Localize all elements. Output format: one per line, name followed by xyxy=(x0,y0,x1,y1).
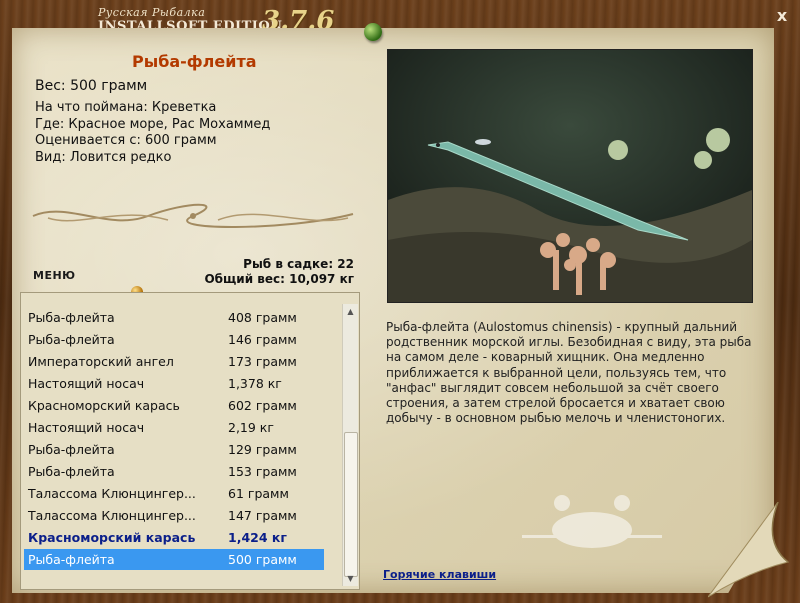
page-curl xyxy=(708,502,790,598)
catch-row-weight: 61 грамм xyxy=(228,486,289,501)
catch-row-fish-name: Талассома Клюнцингер... xyxy=(28,508,196,523)
catch-list-row[interactable]: Красноморский карась 602 грамм xyxy=(24,395,324,416)
catch-list-row[interactable]: Талассома Клюнцингер... 147 грамм xyxy=(24,505,324,526)
catch-row-fish-name: Рыба-флейта xyxy=(28,552,115,567)
scroll-up-arrow-icon[interactable]: ▲ xyxy=(343,304,358,319)
catch-row-weight: 147 грамм xyxy=(228,508,297,523)
total-weight: Общий вес: 10,097 кг xyxy=(204,272,354,286)
catch-row-fish-name: Рыба-флейта xyxy=(28,310,115,325)
ornament-divider xyxy=(32,203,354,228)
catch-row-weight: 602 грамм xyxy=(228,398,297,413)
catch-row-fish-name: Талассома Клюнцингер... xyxy=(28,486,196,501)
catch-row-fish-name: Рыба-флейта xyxy=(28,332,115,347)
catch-row-weight: 1,424 кг xyxy=(228,530,287,545)
fish-valued-from: Оценивается с: 600 грамм xyxy=(35,133,217,148)
catch-row-fish-name: Рыба-флейта xyxy=(28,442,115,457)
catch-list-scrollbar[interactable]: ▲ ▼ xyxy=(342,304,358,586)
scroll-thumb[interactable] xyxy=(344,432,358,577)
catch-row-weight: 500 грамм xyxy=(228,552,297,567)
catch-list[interactable]: ▲ ▼ Рыба-флейта 408 грамм Рыба-флейта 146 г… xyxy=(20,292,360,590)
fish-description: Рыба-флейта (Aulostomus chinensis) - кру… xyxy=(386,320,752,426)
catch-list-row[interactable]: Настоящий носач 1,378 кг xyxy=(24,373,324,394)
catch-row-fish-name: Настоящий носач xyxy=(28,420,145,435)
catch-row-weight: 146 грамм xyxy=(228,332,297,347)
catch-row-fish-name: Красноморский карась xyxy=(28,530,196,545)
pushpin-icon xyxy=(364,23,382,41)
catch-row-fish-name: Императорский ангел xyxy=(28,354,174,369)
catch-row-fish-name: Рыба-флейта xyxy=(28,464,115,479)
catch-row-weight: 129 грамм xyxy=(228,442,297,457)
catch-list-row[interactable]: Императорский ангел 173 грамм xyxy=(24,351,324,372)
close-button[interactable]: x xyxy=(772,6,792,26)
hotkeys-link[interactable]: Горячие клавиши xyxy=(383,568,496,581)
catch-row-weight: 1,378 кг xyxy=(228,376,282,391)
catch-list-row[interactable]: Рыба-флейта 129 грамм xyxy=(24,439,324,460)
catch-list-row[interactable]: Рыба-флейта 408 грамм xyxy=(24,307,324,328)
close-icon: x xyxy=(776,6,788,25)
catch-list-row[interactable]: Рыба-флейта 153 грамм xyxy=(24,461,324,482)
fish-bait: На что поймана: Креветка xyxy=(35,100,217,115)
catch-list-row[interactable]: Рыба-флейта 500 грамм xyxy=(24,549,324,570)
fish-count: Рыб в садке: 22 xyxy=(243,257,354,271)
catch-list-row[interactable]: Талассома Клюнцингер... 61 грамм xyxy=(24,483,324,504)
fish-rarity: Вид: Ловится редко xyxy=(35,149,172,165)
scroll-down-arrow-icon[interactable]: ▼ xyxy=(343,571,358,586)
menu-button[interactable]: МЕНЮ xyxy=(33,269,76,282)
catch-row-weight: 173 грамм xyxy=(228,354,297,369)
catch-list-row[interactable]: Красноморский карась 1,424 кг xyxy=(24,527,324,548)
keepnet-stats: Рыб в садке: 22 Общий вес: 10,097 кг xyxy=(204,257,354,287)
catch-list-row[interactable]: Настоящий носач 2,19 кг xyxy=(24,417,324,438)
catch-row-fish-name: Красноморский карась xyxy=(28,398,180,413)
catch-list-row[interactable]: Рыба-флейта 146 грамм xyxy=(24,329,324,350)
crab-silhouette-icon xyxy=(522,495,662,548)
catch-row-weight: 153 грамм xyxy=(228,464,297,479)
fish-photo xyxy=(387,49,753,303)
catch-row-weight: 408 грамм xyxy=(228,310,297,325)
catch-row-weight: 2,19 кг xyxy=(228,420,274,435)
catch-row-fish-name: Настоящий носач xyxy=(28,376,145,391)
fish-photo-illustration xyxy=(388,50,752,302)
title-top: Русская Рыбалка xyxy=(98,6,206,19)
fish-title: Рыба-флейта xyxy=(132,52,257,71)
fish-location: Где: Красное море, Рас Мохаммед xyxy=(35,116,271,132)
fish-info: На что поймана: Креветка Где: Красное мо… xyxy=(35,100,270,166)
fish-weight: Вес: 500 грамм xyxy=(35,78,148,94)
